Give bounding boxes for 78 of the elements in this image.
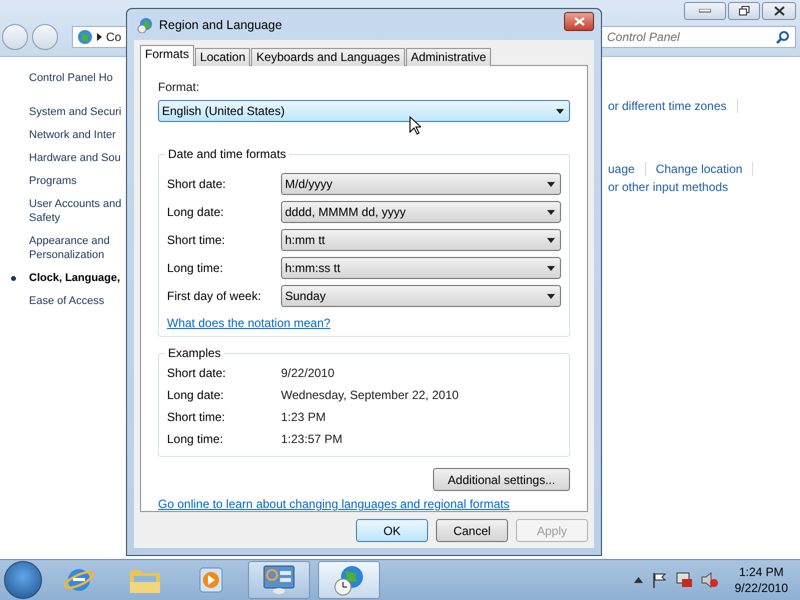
clock[interactable]: 1:24 PM 9/22/2010 [726, 564, 796, 596]
task-link[interactable]: Change location [656, 162, 754, 176]
sidebar-link[interactable]: Programs [29, 174, 125, 188]
sidebar-link[interactable]: Clock, Language, [29, 271, 125, 285]
example-label: Long time: [167, 432, 224, 446]
address-text: Co [106, 30, 122, 44]
example-value: 1:23:57 PM [281, 432, 342, 446]
field-label: Short time: [167, 233, 226, 247]
dialog-button[interactable]: OK [356, 519, 428, 542]
restore-button[interactable] [728, 2, 760, 20]
tab[interactable]: Keyboards and Languages [251, 48, 405, 66]
speaker-muted-icon[interactable] [700, 572, 719, 588]
field-label: First day of week: [167, 289, 262, 303]
mouse-pointer-icon [409, 116, 421, 135]
minimize-button[interactable] [684, 2, 726, 20]
field-label: Long date: [167, 205, 225, 219]
globe-icon [77, 29, 93, 45]
dropdown-arrow-icon [547, 210, 555, 214]
format-dropdown[interactable]: h:mm tt [281, 229, 561, 251]
restore-icon [738, 6, 750, 16]
dropdown-arrow-icon [547, 238, 555, 242]
task-link[interactable]: or other input methods [608, 180, 738, 194]
network-icon[interactable] [674, 571, 693, 589]
minimize-icon [699, 9, 711, 13]
sidebar-link[interactable]: User Accounts and Safety [29, 197, 125, 225]
help-link[interactable]: Go online to learn about changing languages and regional formats [158, 497, 510, 511]
example-label: Short time: [167, 410, 226, 424]
search-icon [776, 30, 789, 44]
example-value: Wednesday, September 22, 2010 [281, 388, 459, 402]
globe-clock-icon [333, 564, 365, 596]
task-link[interactable]: or different time zones [608, 99, 738, 113]
example-label: Long date: [167, 388, 225, 402]
control-panel-icon [263, 565, 295, 595]
additional-settings-button[interactable]: Additional settings... [433, 468, 570, 491]
field-label: Format: [158, 80, 200, 94]
tab[interactable]: Location [195, 48, 250, 66]
close-icon [774, 6, 784, 16]
example-value: 9/22/2010 [281, 366, 334, 380]
close-button[interactable] [762, 2, 796, 20]
example-value: 1:23 PM [281, 410, 326, 424]
sidebar-link[interactable]: Network and Inter [29, 128, 125, 142]
tab[interactable]: Administrative [406, 48, 492, 66]
format-dropdown[interactable]: M/d/yyyy [281, 173, 561, 195]
format-dropdown[interactable]: dddd, MMMM dd, yyyy [281, 201, 561, 223]
task-link[interactable]: uage [608, 162, 646, 176]
dropdown-arrow-icon [556, 108, 564, 114]
bullet-icon [11, 276, 16, 281]
start-button[interactable] [4, 561, 42, 599]
example-label: Short date: [167, 366, 227, 380]
group-title: Examples [165, 346, 224, 360]
window-title: Region and Language [159, 18, 282, 32]
dropdown-arrow-icon [547, 294, 555, 298]
taskbar-button[interactable] [318, 561, 380, 599]
flag-icon[interactable] [650, 572, 667, 588]
field-label: Long time: [167, 261, 224, 275]
sidebar-link[interactable]: Ease of Access [29, 294, 125, 308]
show-hidden-icons-icon[interactable] [634, 577, 643, 583]
taskbar-button[interactable] [248, 561, 310, 599]
sidebar-link[interactable]: Hardware and Sou [29, 151, 125, 165]
dialog-button[interactable]: Cancel [436, 519, 508, 542]
group-title: Date and time formats [165, 147, 290, 161]
help-link[interactable]: What does the notation mean? [167, 316, 330, 330]
tab[interactable]: Formats [140, 45, 194, 66]
sidebar-link[interactable]: Appearance and Personalization [29, 234, 125, 262]
dropdown-arrow-icon [547, 266, 555, 270]
close-icon [574, 17, 584, 26]
format-dropdown[interactable]: Sunday [281, 285, 561, 307]
globe-icon [137, 16, 153, 32]
sidebar-link[interactable]: Control Panel Ho [29, 71, 125, 85]
dropdown-arrow-icon [547, 182, 555, 186]
format-dropdown[interactable]: English (United States) [158, 100, 570, 122]
sidebar-link[interactable]: System and Securi [29, 105, 125, 119]
field-label: Short date: [167, 177, 227, 191]
search-field[interactable]: Control Panel [600, 26, 796, 48]
media-player-icon [198, 566, 224, 594]
breadcrumb-arrow-icon [97, 33, 102, 41]
format-dropdown[interactable]: h:mm:ss tt [281, 257, 561, 279]
close-button[interactable] [564, 12, 594, 31]
